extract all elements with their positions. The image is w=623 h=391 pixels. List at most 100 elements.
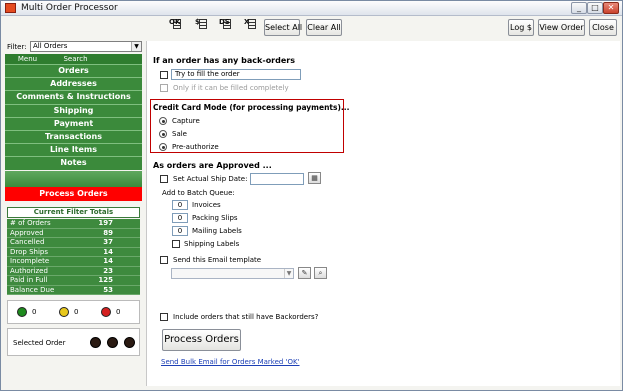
- send-email-checkbox[interactable]: [160, 256, 168, 264]
- sidebar: Filter: All Orders ▼ Menu Search Orders …: [5, 41, 142, 386]
- include-backorders-checkbox[interactable]: [160, 313, 168, 321]
- invoices-count-input[interactable]: 0: [172, 200, 188, 210]
- totals-value: 23: [103, 266, 113, 275]
- toolbar: OK $ DS X Select All Clear All Log $ Vie…: [1, 16, 622, 43]
- totals-row[interactable]: Cancelled 37: [7, 238, 140, 248]
- app-icon: [5, 3, 16, 13]
- totals-value: 125: [98, 276, 113, 284]
- sidebar-item-line-items[interactable]: Line Items: [5, 143, 142, 157]
- totals-value: 53: [103, 285, 113, 294]
- totals-row[interactable]: Approved 89: [7, 228, 140, 238]
- try-fill-checkbox[interactable]: [160, 71, 168, 79]
- set-ship-date-checkbox[interactable]: [160, 175, 168, 183]
- totals-row[interactable]: Incomplete 14: [7, 257, 140, 267]
- shipping-labels-checkbox[interactable]: [172, 240, 180, 248]
- mailing-labels-count-input[interactable]: 0: [172, 226, 188, 236]
- backorders-title: If an order has any back-orders: [153, 56, 295, 65]
- totals-label: Cancelled: [10, 238, 45, 246]
- preview-template-button[interactable]: ⌕: [314, 267, 327, 279]
- chevron-down-icon: ▼: [131, 42, 141, 51]
- totals-label: Drop Ships: [10, 247, 48, 256]
- dollar-flag-button[interactable]: $: [195, 18, 211, 29]
- red-status-icon: [101, 307, 111, 317]
- email-template-select[interactable]: ▼: [171, 268, 294, 279]
- view-order-button[interactable]: View Order: [538, 19, 585, 36]
- selected-order-box: Selected Order: [7, 328, 140, 356]
- sidebar-spacer: [5, 171, 142, 187]
- process-orders-button[interactable]: Process Orders: [162, 329, 241, 351]
- edit-template-button[interactable]: ✎: [298, 267, 311, 279]
- ship-date-input[interactable]: [250, 173, 304, 185]
- yellow-status-count: 0: [74, 308, 79, 316]
- totals-label: # of Orders: [10, 219, 51, 227]
- credit-card-mode-title: Credit Card Mode (for processing payment…: [153, 103, 350, 112]
- pre-authorize-radio[interactable]: [159, 143, 167, 151]
- filter-label: Filter:: [7, 43, 27, 51]
- capture-radio[interactable]: [159, 117, 167, 125]
- select-all-button[interactable]: Select All: [264, 19, 302, 36]
- totals-row[interactable]: Paid in Full 125: [7, 276, 140, 286]
- menu-tabs: Menu Search: [5, 54, 142, 64]
- totals-label: Incomplete: [10, 257, 50, 265]
- sidebar-item-process-orders[interactable]: Process Orders: [5, 187, 142, 201]
- sidebar-item-transactions[interactable]: Transactions: [5, 129, 142, 144]
- sidebar-item-comments[interactable]: Comments & Instructions: [5, 90, 142, 104]
- minimize-button[interactable]: _: [571, 2, 587, 14]
- ok-flag-button[interactable]: OK: [169, 18, 185, 29]
- pre-authorize-label: Pre-authorize: [172, 143, 219, 151]
- selected-status-icon: [90, 337, 101, 348]
- filter-value: All Orders: [33, 42, 68, 50]
- clear-all-button[interactable]: Clear All: [306, 19, 342, 36]
- totals-row[interactable]: Authorized 23: [7, 266, 140, 276]
- cancel-flag-button[interactable]: X: [244, 18, 260, 29]
- ok-flag-label: OK: [169, 18, 181, 26]
- totals-label: Balance Due: [10, 285, 55, 294]
- shipping-labels-label: Shipping Labels: [184, 240, 240, 248]
- bulk-email-link[interactable]: Send Bulk Email for Orders Marked 'OK': [161, 358, 300, 366]
- maximize-button[interactable]: □: [587, 2, 603, 14]
- totals-value: 14: [103, 257, 113, 265]
- totals-row[interactable]: Balance Due 53: [7, 285, 140, 295]
- tab-menu[interactable]: Menu: [5, 54, 50, 64]
- sale-label: Sale: [172, 130, 187, 138]
- status-dots: 0 0 0: [7, 300, 140, 324]
- credit-card-mode-box: Credit Card Mode (for processing payment…: [150, 99, 349, 153]
- totals-value: 37: [103, 238, 113, 246]
- window-close-button[interactable]: ✕: [603, 2, 619, 14]
- calendar-icon: ▦: [311, 174, 318, 182]
- yellow-status-icon: [59, 307, 69, 317]
- packing-slips-label: Packing Slips: [192, 214, 238, 222]
- title-bar: Multi Order Processor _ □ ✕: [1, 1, 622, 16]
- totals-label: Approved: [10, 228, 44, 237]
- sidebar-item-shipping[interactable]: Shipping: [5, 103, 142, 117]
- sidebar-item-addresses[interactable]: Addresses: [5, 77, 142, 91]
- calendar-button[interactable]: ▦: [308, 172, 321, 184]
- log-button[interactable]: Log $: [508, 19, 534, 36]
- sidebar-item-orders[interactable]: Orders: [5, 64, 142, 78]
- only-if-complete-checkbox[interactable]: [160, 84, 168, 92]
- sidebar-nav: Orders Addresses Comments & Instructions…: [5, 64, 142, 170]
- invoices-label: Invoices: [192, 201, 221, 209]
- red-status-count: 0: [116, 308, 121, 316]
- tab-search[interactable]: Search: [53, 54, 98, 64]
- app-window: Multi Order Processor _ □ ✕ OK $ DS X Se…: [0, 0, 623, 391]
- close-button[interactable]: Close: [589, 19, 617, 36]
- totals-row[interactable]: Drop Ships 14: [7, 247, 140, 257]
- only-if-complete-label: Only if it can be filled completely: [173, 84, 289, 92]
- search-icon: ⌕: [318, 269, 323, 277]
- sale-radio[interactable]: [159, 130, 167, 138]
- try-fill-field[interactable]: Try to fill the order: [171, 69, 301, 80]
- mailing-labels-label: Mailing Labels: [192, 227, 242, 235]
- cancel-flag-label: X: [244, 18, 250, 26]
- dollar-flag-icon: [199, 19, 207, 29]
- drop-ship-flag-button[interactable]: DS: [219, 18, 235, 29]
- filter-select[interactable]: All Orders ▼: [30, 41, 142, 52]
- packing-slips-count-input[interactable]: 0: [172, 213, 188, 223]
- green-status-count: 0: [32, 308, 37, 316]
- sidebar-item-payment[interactable]: Payment: [5, 116, 142, 130]
- sidebar-item-notes[interactable]: Notes: [5, 156, 142, 170]
- totals-value: 197: [98, 219, 113, 227]
- include-backorders-label: Include orders that still have Backorder…: [173, 313, 319, 321]
- totals-label: Authorized: [10, 266, 48, 275]
- totals-row[interactable]: # of Orders 197: [7, 219, 140, 229]
